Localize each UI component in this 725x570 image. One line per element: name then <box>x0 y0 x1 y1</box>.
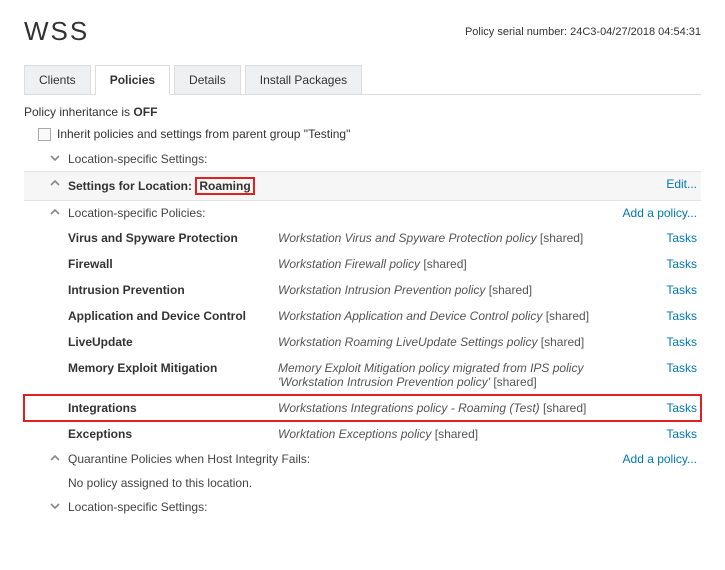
edit-link[interactable]: Edit... <box>607 177 697 191</box>
policy-row: Virus and Spyware ProtectionWorkstation … <box>24 225 701 251</box>
section-location-settings[interactable]: Location-specific Settings: <box>68 500 207 514</box>
tasks-link[interactable]: Tasks <box>647 257 697 271</box>
tasks-link[interactable]: Tasks <box>647 401 697 415</box>
policy-name: Integrations <box>68 401 278 415</box>
chevron-down-icon[interactable] <box>48 152 62 163</box>
policy-row: FirewallWorkstation Firewall policy [sha… <box>24 251 701 277</box>
policy-value: Workstations Integrations policy - Roami… <box>278 401 647 415</box>
policy-row: Application and Device ControlWorkstatio… <box>24 303 701 329</box>
policy-value: Memory Exploit Mitigation policy migrate… <box>278 361 647 389</box>
policy-value: Workstation Firewall policy [shared] <box>278 257 647 271</box>
settings-for-location-label: Settings for Location: Roaming <box>68 177 278 195</box>
tab-details[interactable]: Details <box>174 65 241 94</box>
policy-row: IntegrationsWorkstations Integrations po… <box>24 395 701 421</box>
section-location-settings[interactable]: Location-specific Settings: <box>68 152 207 166</box>
policy-row: ExceptionsWorktation Exceptions policy [… <box>24 421 701 447</box>
add-policy-link[interactable]: Add a policy... <box>607 206 697 220</box>
inheritance-status: Policy inheritance is OFF <box>24 105 701 119</box>
chevron-up-icon[interactable] <box>48 452 62 463</box>
tasks-link[interactable]: Tasks <box>647 361 697 375</box>
tab-policies[interactable]: Policies <box>95 65 170 95</box>
policy-serial: Policy serial number: 24C3-04/27/2018 04… <box>465 26 701 38</box>
tasks-link[interactable]: Tasks <box>647 231 697 245</box>
policy-name: Memory Exploit Mitigation <box>68 361 278 375</box>
tasks-link[interactable]: Tasks <box>647 335 697 349</box>
tasks-link[interactable]: Tasks <box>647 427 697 441</box>
policy-row: Memory Exploit MitigationMemory Exploit … <box>24 355 701 395</box>
tab-clients[interactable]: Clients <box>24 65 91 94</box>
inherit-checkbox[interactable] <box>38 128 51 141</box>
chevron-down-icon[interactable] <box>48 500 62 511</box>
policy-value: Workstation Intrusion Prevention policy … <box>278 283 647 297</box>
policy-name: Firewall <box>68 257 278 271</box>
add-policy-link[interactable]: Add a policy... <box>607 452 697 466</box>
tasks-link[interactable]: Tasks <box>647 283 697 297</box>
policy-value: Worktation Exceptions policy [shared] <box>278 427 647 441</box>
policy-name: Intrusion Prevention <box>68 283 278 297</box>
policy-row: LiveUpdateWorkstation Roaming LiveUpdate… <box>24 329 701 355</box>
policy-name: Virus and Spyware Protection <box>68 231 278 245</box>
inherit-label: Inherit policies and settings from paren… <box>57 127 350 141</box>
tabs: ClientsPoliciesDetailsInstall Packages <box>24 65 701 95</box>
tasks-link[interactable]: Tasks <box>647 309 697 323</box>
location-name-highlight: Roaming <box>195 177 254 195</box>
section-location-policies[interactable]: Location-specific Policies: <box>68 206 205 220</box>
policy-name: Application and Device Control <box>68 309 278 323</box>
policy-name: LiveUpdate <box>68 335 278 349</box>
section-quarantine[interactable]: Quarantine Policies when Host Integrity … <box>68 452 310 466</box>
policy-value: Workstation Application and Device Contr… <box>278 309 647 323</box>
no-policy-assigned: No policy assigned to this location. <box>68 476 252 490</box>
policy-value: Workstation Virus and Spyware Protection… <box>278 231 647 245</box>
tab-install-packages[interactable]: Install Packages <box>245 65 362 94</box>
policy-value: Workstation Roaming LiveUpdate Settings … <box>278 335 647 349</box>
page-title: WSS <box>24 16 89 47</box>
chevron-up-icon[interactable] <box>48 206 62 217</box>
policy-name: Exceptions <box>68 427 278 441</box>
chevron-up-icon[interactable] <box>48 177 62 188</box>
policy-row: Intrusion PreventionWorkstation Intrusio… <box>24 277 701 303</box>
